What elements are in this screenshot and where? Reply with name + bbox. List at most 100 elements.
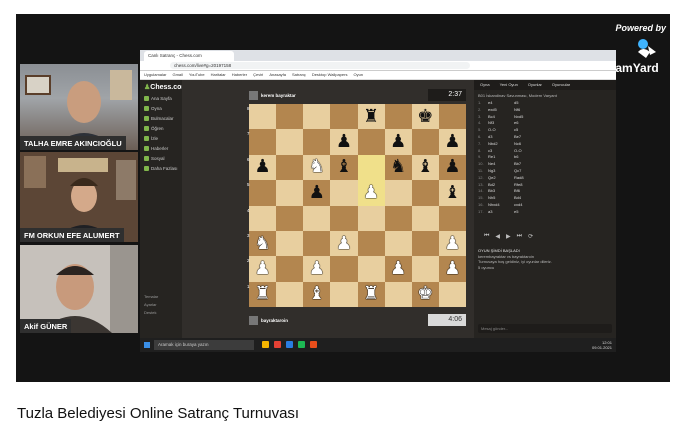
board-square[interactable]	[276, 129, 304, 155]
spotify-icon[interactable]	[298, 341, 305, 348]
board-square[interactable]	[438, 104, 466, 130]
move-row[interactable]: 8. c3 O-O	[478, 148, 612, 155]
white-piece-icon[interactable]: ♝	[309, 285, 325, 303]
next-move-icon[interactable]: ▶	[506, 233, 511, 240]
bookmark-item[interactable]: Gmail	[172, 72, 182, 78]
move-san[interactable]: Rad8	[514, 175, 540, 182]
last-move-icon[interactable]: ⏭	[517, 233, 522, 240]
bookmark-item[interactable]: Oyun	[353, 72, 363, 78]
board-square[interactable]	[357, 256, 385, 282]
board-square[interactable]: ♜	[357, 281, 385, 307]
move-san[interactable]: O-O	[488, 127, 514, 134]
move-row[interactable]: 6. d3 Be7	[478, 134, 612, 141]
move-san[interactable]: Nh5	[488, 195, 514, 202]
board-square[interactable]	[276, 154, 304, 181]
white-piece-icon[interactable]: ♟	[390, 259, 406, 278]
board-square[interactable]	[303, 205, 331, 231]
bookmark-item[interactable]: Desktop Wallpapers	[312, 72, 348, 78]
white-piece-icon[interactable]: ♟	[309, 259, 325, 278]
move-san[interactable]: Bd2	[488, 182, 514, 189]
file-explorer-icon[interactable]	[262, 341, 269, 348]
bookmark-item[interactable]: Anasayfa	[269, 72, 286, 78]
chrome-icon[interactable]	[274, 341, 281, 348]
board-square[interactable]	[330, 180, 358, 206]
move-san[interactable]: Bb3	[488, 188, 514, 195]
board-square[interactable]	[303, 129, 331, 155]
move-row[interactable]: 14. Bb3 Bf6	[478, 188, 612, 195]
move-san[interactable]: e6	[514, 120, 540, 127]
move-row[interactable]: 12. Qe2 Rad8	[478, 175, 612, 182]
board-square[interactable]	[249, 104, 277, 130]
white-piece-icon[interactable]: ♞	[254, 234, 270, 253]
board-square[interactable]	[411, 256, 439, 282]
sidebar-item[interactable]: Sosyal	[144, 156, 165, 161]
white-piece-icon[interactable]: ♟	[363, 183, 379, 202]
board-square[interactable]	[438, 205, 466, 231]
board-square[interactable]: ♞	[249, 230, 277, 257]
black-piece-icon[interactable]: ♝	[336, 158, 352, 176]
board-square[interactable]	[357, 129, 385, 155]
move-row[interactable]: 10. Ne4 Bb7	[478, 161, 612, 168]
prev-move-icon[interactable]: ◀	[495, 233, 500, 240]
board-square[interactable]: ♝	[303, 281, 331, 307]
board-square[interactable]	[357, 154, 385, 181]
board-square[interactable]: ♟	[357, 180, 385, 206]
black-piece-icon[interactable]: ♚	[417, 107, 433, 126]
move-row[interactable]: 5. O-O c5	[478, 127, 612, 134]
board-square[interactable]	[411, 129, 439, 155]
sidebar-item[interactable]: Daha Fazlası	[144, 166, 178, 171]
board-square[interactable]	[411, 230, 439, 257]
board-square[interactable]: ♝	[438, 180, 466, 206]
board-square[interactable]: ♜	[357, 104, 385, 130]
url-field[interactable]: chess.com/live#g=20197158	[170, 62, 470, 69]
board-square[interactable]: ♟	[384, 256, 412, 282]
move-row[interactable]: 4. Nf3 e6	[478, 120, 612, 127]
board-square[interactable]: ♝	[330, 154, 358, 181]
white-piece-icon[interactable]: ♟	[336, 234, 352, 253]
board-square[interactable]: ♟	[303, 180, 331, 206]
board-square[interactable]	[276, 230, 304, 257]
first-move-icon[interactable]: ⏮	[484, 233, 489, 240]
black-piece-icon[interactable]: ♟	[390, 133, 406, 151]
sidebar-item[interactable]: Haberler	[144, 146, 168, 151]
board-square[interactable]: ♝	[411, 154, 439, 181]
move-san[interactable]: b6	[514, 154, 540, 161]
move-san[interactable]: Qc7	[514, 168, 540, 175]
move-san[interactable]: e5	[514, 209, 540, 216]
white-piece-icon[interactable]: ♜	[254, 285, 270, 303]
board-square[interactable]	[276, 281, 304, 307]
board-square[interactable]	[384, 104, 412, 130]
chat-input[interactable]: Mesaj gönder...	[478, 324, 612, 333]
black-piece-icon[interactable]: ♝	[417, 158, 433, 176]
board-square[interactable]: ♜	[249, 281, 277, 307]
black-piece-icon[interactable]: ♟	[336, 133, 352, 151]
sidebar-item[interactable]: Öğren	[144, 126, 164, 131]
board-square[interactable]	[357, 205, 385, 231]
move-row[interactable]: 1. e4 d5	[478, 100, 612, 107]
move-san[interactable]: a3	[488, 209, 514, 216]
edge-icon[interactable]	[286, 341, 293, 348]
move-san[interactable]: exd5	[488, 107, 514, 114]
white-piece-icon[interactable]: ♞	[309, 158, 325, 176]
sidebar-bottom-item[interactable]: Temalar	[144, 294, 158, 299]
sidebar-item[interactable]: Bulmacalar	[144, 116, 174, 121]
bookmark-item[interactable]: Çeviri	[253, 72, 263, 78]
move-san[interactable]: Nbd2	[488, 141, 514, 148]
flip-board-icon[interactable]: ⟳	[528, 233, 533, 240]
move-san[interactable]: c5	[514, 127, 540, 134]
board-square[interactable]	[384, 281, 412, 307]
board-square[interactable]	[330, 281, 358, 307]
bookmark-item[interactable]: Haritalar	[211, 72, 226, 78]
move-san[interactable]: Rfe8	[514, 182, 540, 189]
move-san[interactable]: Bf6	[514, 188, 540, 195]
move-san[interactable]: Be7	[514, 134, 540, 141]
white-piece-icon[interactable]: ♟	[444, 234, 460, 253]
board-square[interactable]: ♟	[249, 154, 277, 181]
top-player-name[interactable]: kerem bayraktar	[261, 93, 296, 98]
board-square[interactable]	[411, 180, 439, 206]
black-piece-icon[interactable]: ♞	[390, 158, 406, 176]
move-row[interactable]: 3. Bc4 Nxd5	[478, 114, 612, 121]
board-square[interactable]	[249, 180, 277, 206]
black-piece-icon[interactable]: ♜	[363, 107, 379, 126]
move-san[interactable]: O-O	[514, 148, 540, 155]
